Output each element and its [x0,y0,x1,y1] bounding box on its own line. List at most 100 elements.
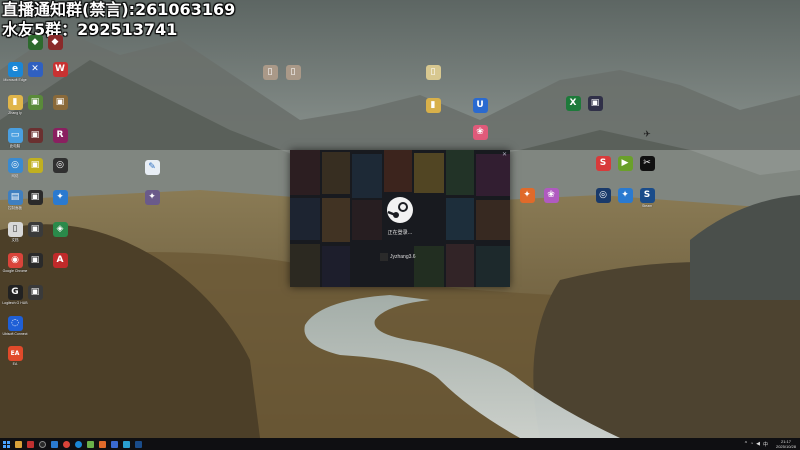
desktop-icon-wps[interactable]: W [45,62,75,77]
desktop-icon-app[interactable]: R [45,128,75,143]
desktop-icon-label: 此电脑 [9,144,21,148]
file-icon: ▯ [262,65,278,80]
wps-icon: W [52,62,68,77]
app-icon [86,440,94,448]
input-method[interactable]: 中 [763,441,768,448]
app-icon: ▣ [27,222,43,237]
desktop-icon-steam[interactable]: S Steam [632,188,662,212]
desktop-icon-label: Google Chrome [2,269,28,273]
file-icon: ▯ [425,65,441,80]
app-icon: ✦ [519,188,535,203]
desktop-icon-label: EA [12,362,18,366]
taskbar: ^ ◔ ◀ 中 21:17 2025/10/28 [0,438,800,450]
tray-overflow-chevron[interactable]: ^ [745,441,747,447]
desktop-icon-app[interactable]: U [465,98,495,113]
desktop-icon-app[interactable]: ✎ [137,160,167,175]
steam-username: Jyzhang3.6 [390,254,416,260]
taskbar-app[interactable] [120,438,132,450]
app-icon: S [595,156,611,171]
steam-icon: S [639,188,655,203]
chrome-icon [62,440,70,448]
app-icon [26,440,34,448]
taskbar-app[interactable] [96,438,108,450]
desktop-icon-capcut[interactable]: ✂ [632,156,662,171]
app-icon: ✕ [27,62,43,77]
clock-date: 2025/10/28 [775,444,796,449]
taskbar-clock[interactable]: 21:17 2025/10/28 [776,439,796,449]
app-icon [98,440,106,448]
desktop-icon-file[interactable]: ▯ [418,65,448,80]
edge-icon [74,440,82,448]
desktop-icon-apex[interactable]: A [45,253,75,268]
app-icon: ▣ [27,190,43,205]
desktop-icon-label: Ubisoft Connect [2,332,28,336]
taskbar-app[interactable] [48,438,60,450]
taskbar-app[interactable] [24,438,36,450]
steam-user-row: Jyzhang3.6 [380,253,416,261]
app-icon: ❀ [543,188,559,203]
desktop-icon-app[interactable]: ▣ [580,96,610,111]
taskbar-chrome[interactable] [60,438,72,450]
app-icon: ▣ [52,95,68,110]
start-button[interactable] [0,438,12,450]
taskbar-edge[interactable] [72,438,84,450]
volume-icon[interactable]: ◀ [756,441,760,447]
desktop-icon-app[interactable]: ✦ [137,190,167,205]
app-icon: ◆ [47,35,63,50]
app-icon [122,440,130,448]
desktop-icon-bird[interactable]: ✈ [632,128,662,143]
desktop-icon-label: Logitech G HUB [2,301,28,305]
app-icon: ✦ [144,190,160,205]
steam-icon [134,440,142,448]
app-icon: ▣ [27,285,43,300]
desktop-icon-app[interactable]: ▣ [20,285,50,300]
folder-icon [14,440,22,448]
ubisoft-icon: ◌ [7,316,23,331]
desktop-icon-label: Steam [641,204,653,208]
taskbar-app[interactable] [36,438,48,450]
desktop-icon-app[interactable]: ❀ [465,125,495,140]
app-icon: ✦ [617,188,633,203]
desktop-icon-app[interactable]: ◆ [40,35,70,50]
desktop-icon-label: 文档 [11,238,19,242]
desktop-icon-app[interactable]: ◈ [45,222,75,237]
bird-icon: ✈ [643,130,651,140]
capcut-icon: ✂ [639,156,655,171]
app-icon: ▣ [27,253,43,268]
app-icon [50,440,58,448]
desktop-icon-app[interactable]: ❀ [536,188,566,203]
desktop-icon-label: Zhang ly [8,111,22,115]
desktop-icon-app[interactable]: ▣ [45,95,75,110]
nvidia-icon: ▶ [617,156,633,171]
desktop-icon-file[interactable]: ▯ [278,65,308,80]
app-icon: ◈ [52,222,68,237]
taskbar-app[interactable] [12,438,24,450]
taskbar-app[interactable] [108,438,120,450]
app-icon [110,440,118,448]
taskbar-app[interactable] [84,438,96,450]
app-icon: ▣ [27,158,43,173]
stream-notice-group: 直播通知群(禁言):261063169 [2,0,236,19]
app-icon [38,440,46,448]
app-icon: ◎ [595,188,611,203]
app-icon: ✎ [144,160,160,175]
app-icon: ❀ [472,125,488,140]
desktop-icon-label: 控制面板 [8,206,22,210]
desktop-icon-ea[interactable]: EA EA [0,346,30,370]
taskbar-steam[interactable] [132,438,144,450]
app-icon: ✦ [52,190,68,205]
desktop-icon-folder[interactable]: ▮ [418,98,448,113]
steam-login-dialog: ✕ 正在登录... Jyzhang3.6 [290,150,510,287]
desktop-icon-label: Microsoft Edge [3,78,27,82]
folder-icon: ▮ [425,98,441,113]
desktop-icon-app[interactable]: ✦ [45,190,75,205]
avatar [380,253,388,261]
apex-icon: A [52,253,68,268]
desktop-icon-ubisoft[interactable]: ◌ Ubisoft Connect [0,316,30,340]
network-icon[interactable]: ◔ [750,441,753,447]
file-icon: ▯ [285,65,301,80]
close-icon[interactable]: ✕ [502,151,507,158]
steam-logo-icon [387,197,413,223]
desktop-icon-app[interactable]: ◎ [45,158,75,173]
app-icon: ◎ [52,158,68,173]
